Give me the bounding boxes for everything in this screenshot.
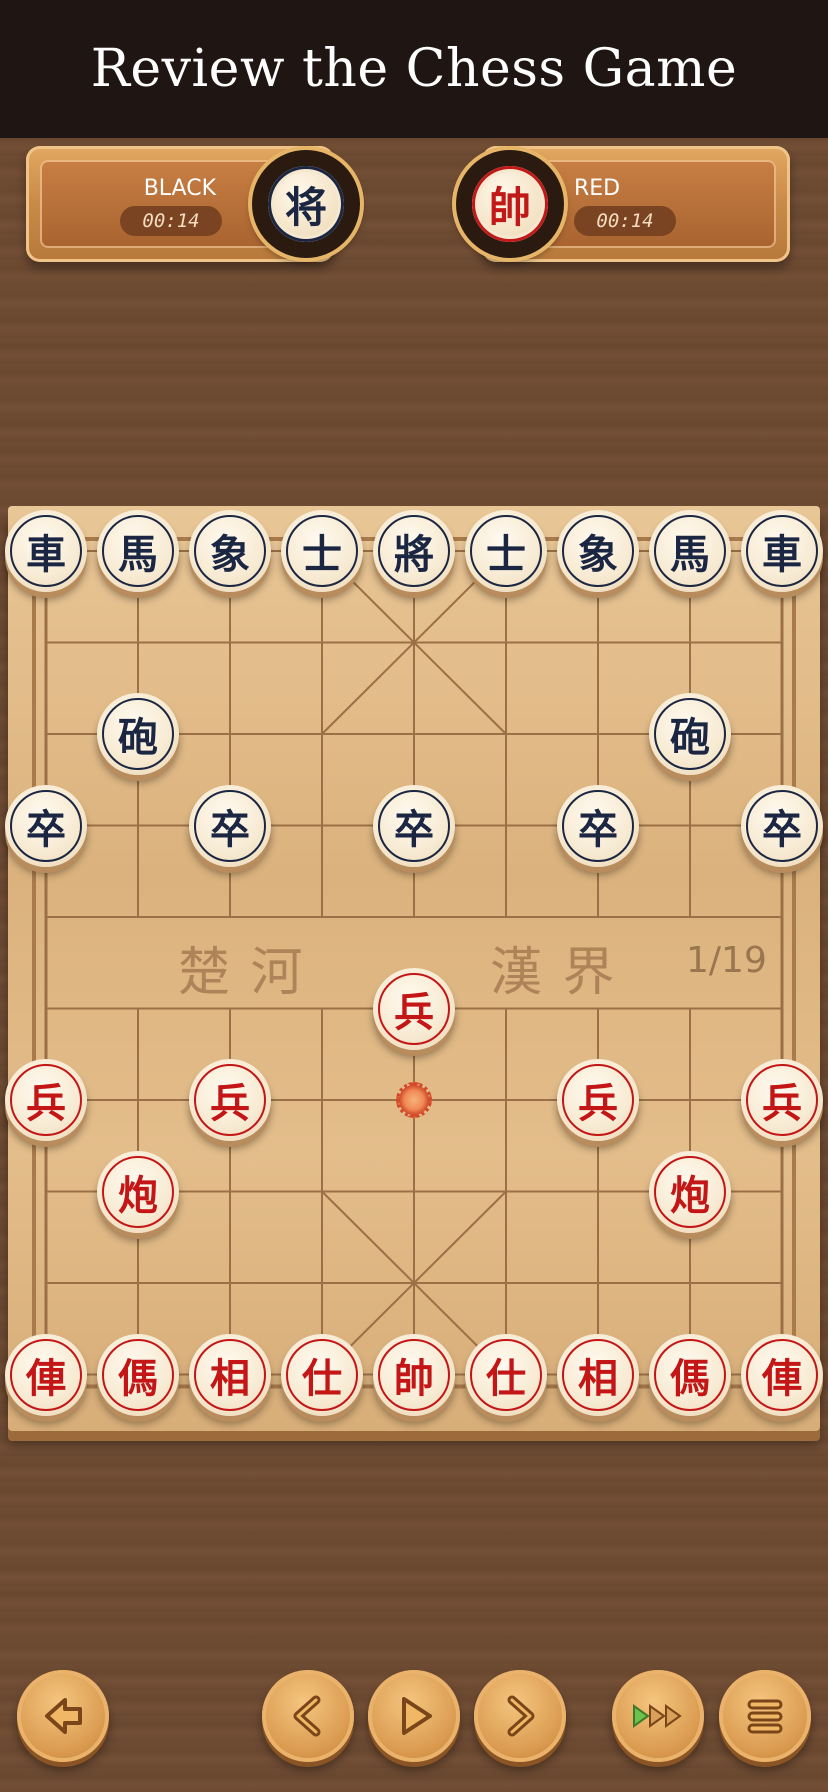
- black-general-badge: 将: [252, 150, 360, 258]
- black-piece[interactable]: 車: [741, 510, 823, 592]
- piece-label: 仕: [286, 1338, 358, 1411]
- piece-label: 卒: [194, 789, 266, 862]
- black-piece[interactable]: 象: [189, 510, 271, 592]
- piece-label: 炮: [102, 1155, 174, 1228]
- piece-label: 象: [194, 515, 266, 587]
- red-piece[interactable]: 仕: [465, 1333, 547, 1416]
- piece-label: 砲: [102, 698, 174, 770]
- chevron-right-icon: [507, 1695, 535, 1737]
- piece-label: 卒: [746, 789, 818, 862]
- previous-move-button[interactable]: [262, 1670, 354, 1762]
- red-piece[interactable]: 傌: [649, 1333, 731, 1416]
- piece-label: 卒: [378, 789, 450, 862]
- piece-label: 車: [746, 515, 818, 587]
- piece-label: 兵: [194, 1064, 266, 1136]
- black-player-panel: BLACK 00:14 将: [26, 146, 360, 262]
- red-piece[interactable]: 兵: [557, 1059, 639, 1141]
- piece-label: 俥: [10, 1338, 82, 1411]
- black-piece[interactable]: 卒: [741, 784, 823, 867]
- red-piece[interactable]: 傌: [97, 1333, 179, 1416]
- piece-label: 兵: [378, 972, 450, 1045]
- piece-label: 將: [378, 515, 450, 587]
- red-general-badge: 帥: [456, 150, 564, 258]
- piece-label: 相: [562, 1338, 634, 1411]
- piece-label: 馬: [654, 515, 726, 587]
- black-piece[interactable]: 士: [465, 510, 547, 592]
- red-piece[interactable]: 兵: [5, 1059, 87, 1141]
- piece-label: 士: [286, 515, 358, 587]
- piece-label: 兵: [10, 1064, 82, 1136]
- river-text-left: 楚 河: [178, 943, 305, 1003]
- red-piece[interactable]: 俥: [741, 1333, 823, 1416]
- red-piece[interactable]: 相: [557, 1333, 639, 1416]
- black-piece[interactable]: 卒: [5, 784, 87, 867]
- black-piece[interactable]: 砲: [97, 693, 179, 775]
- black-piece[interactable]: 卒: [557, 784, 639, 867]
- red-piece[interactable]: 帥: [373, 1333, 455, 1416]
- red-piece[interactable]: 兵: [373, 967, 455, 1050]
- piece-label: 兵: [562, 1064, 634, 1136]
- black-player-label: BLACK: [143, 176, 216, 201]
- black-piece[interactable]: 馬: [649, 510, 731, 592]
- red-piece[interactable]: 兵: [189, 1059, 271, 1141]
- next-move-button[interactable]: [474, 1670, 566, 1762]
- red-piece[interactable]: 仕: [281, 1333, 363, 1416]
- arrow-left-icon: [45, 1698, 82, 1734]
- red-piece[interactable]: 相: [189, 1333, 271, 1416]
- red-piece[interactable]: 兵: [741, 1059, 823, 1141]
- black-piece[interactable]: 象: [557, 510, 639, 592]
- piece-label: 傌: [102, 1338, 174, 1411]
- title-bar: Review the Chess Game: [0, 0, 828, 138]
- red-piece[interactable]: 俥: [5, 1333, 87, 1416]
- chevron-left-icon: [293, 1695, 321, 1737]
- piece-label: 砲: [654, 698, 726, 770]
- black-piece[interactable]: 士: [281, 510, 363, 592]
- red-general-icon: 帥: [472, 166, 548, 242]
- piece-label: 兵: [746, 1064, 818, 1136]
- piece-label: 卒: [562, 789, 634, 862]
- piece-label: 卒: [10, 789, 82, 862]
- river-text-right: 漢 界: [490, 943, 617, 1003]
- piece-label: 傌: [654, 1338, 726, 1411]
- black-piece[interactable]: 砲: [649, 693, 731, 775]
- piece-label: 車: [10, 515, 82, 587]
- fast-forward-icon: [633, 1704, 682, 1728]
- red-piece[interactable]: 炮: [649, 1150, 731, 1233]
- black-general-icon: 将: [268, 166, 344, 242]
- piece-label: 相: [194, 1338, 266, 1411]
- black-piece[interactable]: 馬: [97, 510, 179, 592]
- black-piece[interactable]: 卒: [189, 784, 271, 867]
- piece-label: 馬: [102, 515, 174, 587]
- red-piece[interactable]: 炮: [97, 1150, 179, 1233]
- piece-label: 俥: [746, 1338, 818, 1411]
- black-piece[interactable]: 車: [5, 510, 87, 592]
- move-counter: 1/19: [686, 940, 767, 981]
- piece-label: 象: [562, 515, 634, 587]
- black-piece[interactable]: 卒: [373, 784, 455, 867]
- piece-label: 士: [470, 515, 542, 587]
- piece-label: 帥: [378, 1338, 450, 1411]
- play-button[interactable]: [368, 1670, 460, 1762]
- fast-forward-button[interactable]: [612, 1670, 704, 1762]
- red-player-label: RED: [574, 176, 621, 201]
- back-button[interactable]: [17, 1670, 109, 1762]
- black-piece[interactable]: 將: [373, 510, 455, 592]
- black-timer: 00:14: [120, 206, 222, 236]
- menu-icon: [747, 1699, 783, 1734]
- menu-button[interactable]: [719, 1670, 811, 1762]
- play-icon: [402, 1697, 432, 1735]
- piece-label: 仕: [470, 1338, 542, 1411]
- red-player-panel: RED 00:14 帥: [456, 146, 790, 262]
- page-title: Review the Chess Game: [90, 39, 738, 99]
- piece-label: 炮: [654, 1155, 726, 1228]
- red-timer: 00:14: [574, 206, 676, 236]
